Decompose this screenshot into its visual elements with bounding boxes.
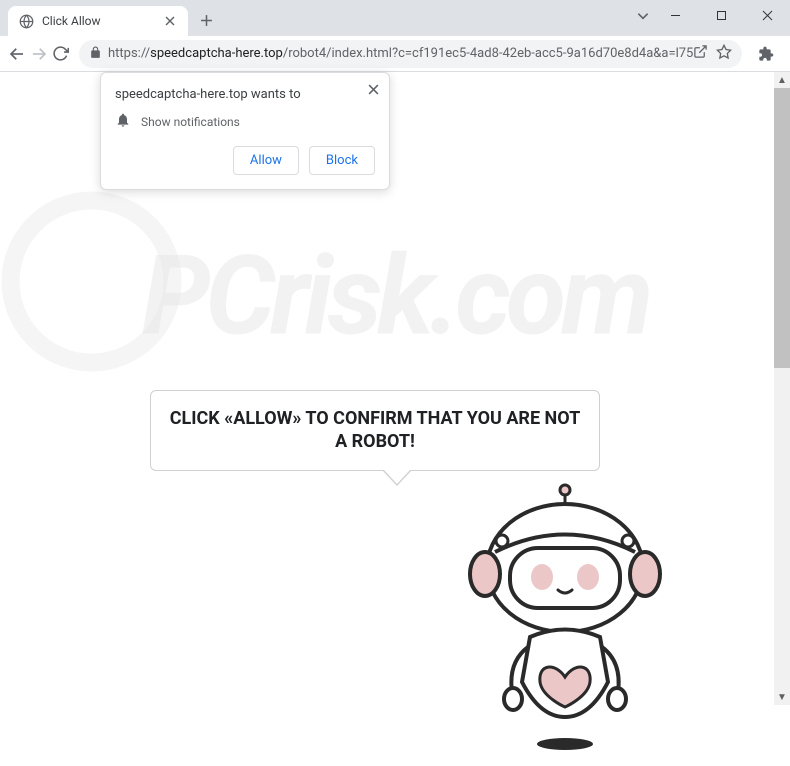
dialog-title: speedcaptcha-here.top wants to bbox=[115, 87, 375, 102]
forward-button[interactable] bbox=[30, 40, 48, 68]
profile-icon[interactable] bbox=[786, 40, 790, 68]
close-window-button[interactable] bbox=[744, 0, 790, 30]
minimize-button[interactable] bbox=[652, 0, 698, 30]
scroll-up-icon[interactable]: ▲ bbox=[774, 72, 790, 88]
address-bar[interactable]: https://speedcaptcha-here.top/robot4/ind… bbox=[79, 40, 742, 68]
allow-button[interactable]: Allow bbox=[233, 146, 299, 175]
maximize-button[interactable] bbox=[698, 0, 744, 30]
url-path: /robot4/index.html?c=cf191ec5-4ad8-42eb-… bbox=[283, 46, 694, 61]
globe-icon bbox=[18, 13, 34, 29]
new-tab-button[interactable] bbox=[192, 6, 220, 34]
lock-icon bbox=[89, 44, 102, 63]
scrollbar[interactable]: ▲ ▼ bbox=[774, 72, 790, 705]
notification-permission-dialog: speedcaptcha-here.top wants to Show noti… bbox=[100, 72, 390, 190]
speech-bubble: CLICK «ALLOW» TO CONFIRM THAT YOU ARE NO… bbox=[150, 390, 600, 471]
extensions-icon[interactable] bbox=[752, 40, 780, 68]
block-button[interactable]: Block bbox=[309, 146, 375, 175]
share-icon[interactable] bbox=[693, 44, 708, 64]
url-scheme: https:// bbox=[108, 46, 150, 61]
robot-illustration bbox=[450, 482, 680, 762]
url-domain: speedcaptcha-here.top bbox=[150, 46, 283, 61]
tab-close-icon[interactable] bbox=[162, 13, 178, 29]
back-button[interactable] bbox=[8, 40, 26, 68]
browser-tab[interactable]: Click Allow bbox=[8, 6, 188, 36]
url-text: https://speedcaptcha-here.top/robot4/ind… bbox=[108, 46, 693, 61]
tab-search-icon[interactable] bbox=[636, 8, 650, 27]
dialog-close-icon[interactable] bbox=[368, 83, 379, 99]
bookmark-star-icon[interactable] bbox=[716, 44, 732, 64]
window-controls bbox=[652, 0, 790, 30]
reload-button[interactable] bbox=[52, 40, 69, 68]
bell-icon bbox=[115, 112, 131, 132]
speech-text: CLICK «ALLOW» TO CONFIRM THAT YOU ARE NO… bbox=[167, 407, 583, 454]
titlebar: Click Allow bbox=[0, 0, 790, 36]
scroll-down-icon[interactable]: ▼ bbox=[774, 689, 790, 705]
toolbar: https://speedcaptcha-here.top/robot4/ind… bbox=[0, 36, 790, 72]
scroll-thumb[interactable] bbox=[774, 88, 790, 368]
dialog-request-text: Show notifications bbox=[141, 115, 240, 129]
tab-title: Click Allow bbox=[42, 14, 162, 28]
